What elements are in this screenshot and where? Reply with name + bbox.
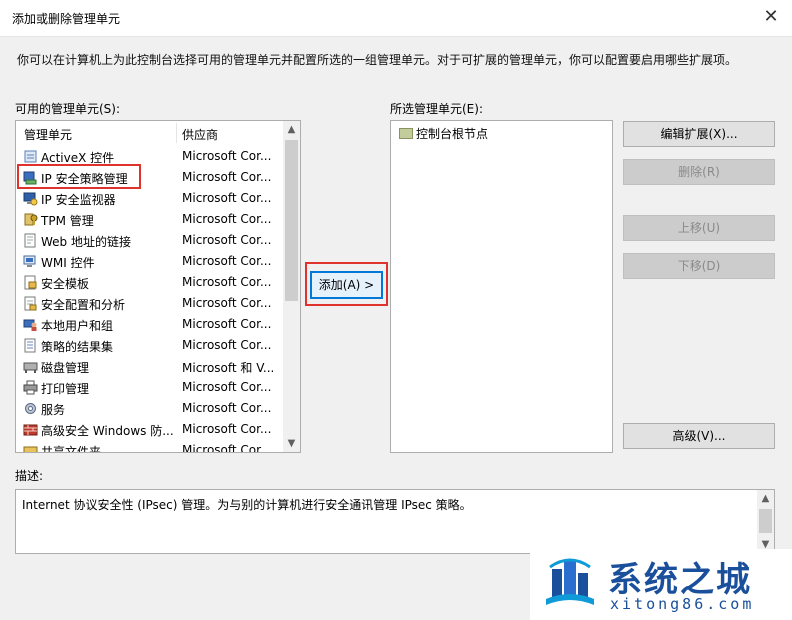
- advanced-button[interactable]: 高级(V)...: [623, 423, 775, 449]
- list-header: 管理单元 供应商: [16, 121, 284, 145]
- snapin-vendor: Microsoft Cor...: [182, 317, 272, 331]
- list-item[interactable]: 高级安全 Windows 防... Microsoft Cor...: [16, 419, 284, 440]
- snapin-name: 打印管理: [41, 382, 90, 396]
- snapin-name: 安全模板: [41, 277, 90, 291]
- ip-security-monitor-icon: [23, 192, 38, 206]
- list-item[interactable]: 策略的结果集 Microsoft Cor...: [16, 335, 284, 356]
- scroll-up-icon[interactable]: ▲: [757, 490, 774, 507]
- snapin-name: WMI 控件: [41, 256, 95, 270]
- list-item[interactable]: 安全模板 Microsoft Cor...: [16, 272, 284, 293]
- list-item[interactable]: 服务 Microsoft Cor...: [16, 398, 284, 419]
- snapin-vendor: Microsoft Cor...: [182, 191, 272, 205]
- button-label: 高级(V)...: [672, 429, 726, 443]
- column-header-snapin[interactable]: 管理单元: [24, 126, 72, 143]
- snapin-name: IP 安全监视器: [41, 193, 116, 207]
- snapin-vendor: Microsoft Cor...: [182, 275, 272, 289]
- selected-snapins-label: 所选管理单元(E):: [390, 102, 483, 116]
- snapin-name: 服务: [41, 403, 66, 417]
- instructions-text: 你可以在计算机上为此控制台选择可用的管理单元并配置所选的一组管理单元。对于可扩展…: [17, 53, 738, 67]
- wmi-icon: [23, 255, 36, 267]
- button-label: 编辑扩展(X)...: [660, 127, 738, 141]
- close-icon[interactable]: ✕: [762, 8, 780, 26]
- activex-icon: [24, 150, 37, 163]
- add-button-label: 添加(A) >: [318, 278, 375, 292]
- snapin-vendor: Microsoft Cor...: [182, 149, 272, 163]
- scroll-up-icon[interactable]: ▲: [283, 121, 300, 138]
- snapin-vendor: Microsoft Cor...: [182, 233, 272, 247]
- list-item[interactable]: 安全配置和分析 Microsoft Cor...: [16, 293, 284, 314]
- snapin-vendor: Microsoft Cor...: [182, 254, 272, 268]
- highlight-frame: [17, 164, 141, 189]
- list-item[interactable]: 磁盘管理 Microsoft 和 V...: [16, 356, 284, 377]
- security-config-icon: [24, 296, 37, 311]
- description-label: 描述:: [15, 469, 44, 483]
- snapin-name: 磁盘管理: [41, 361, 90, 375]
- list-item[interactable]: IP 安全监视器 Microsoft Cor...: [16, 188, 284, 209]
- snapin-vendor: Microsoft Cor...: [182, 443, 272, 453]
- edit-extensions-button[interactable]: 编辑扩展(X)...: [623, 121, 775, 147]
- list-item[interactable]: 本地用户和组 Microsoft Cor...: [16, 314, 284, 335]
- watermark: 系统之城 xitong86.com: [530, 549, 792, 620]
- scroll-down-icon[interactable]: ▼: [283, 435, 300, 452]
- title-bar: 添加或删除管理单元 ✕: [0, 0, 792, 37]
- snapin-name: Web 地址的链接: [41, 235, 131, 249]
- printer-icon: [23, 380, 38, 395]
- snapin-vendor: Microsoft Cor...: [182, 380, 272, 394]
- firewall-icon: [23, 424, 38, 436]
- shared-folder-icon: [23, 446, 38, 452]
- list-item[interactable]: Web 地址的链接 Microsoft Cor...: [16, 230, 284, 251]
- column-header-vendor[interactable]: 供应商: [182, 126, 218, 143]
- list-item[interactable]: 打印管理 Microsoft Cor...: [16, 377, 284, 398]
- list-item[interactable]: WMI 控件 Microsoft Cor...: [16, 251, 284, 272]
- selected-snapins-list[interactable]: 控制台根节点: [390, 120, 613, 453]
- move-up-button[interactable]: 上移(U): [623, 215, 775, 241]
- window-title: 添加或删除管理单元: [12, 12, 121, 26]
- snapin-vendor: Microsoft Cor...: [182, 338, 272, 352]
- description-scrollbar[interactable]: ▲ ▼: [757, 490, 774, 553]
- button-label: 删除(R): [678, 165, 720, 179]
- scroll-thumb[interactable]: [759, 509, 772, 533]
- services-gear-icon: [25, 403, 36, 414]
- watermark-domain: xitong86.com: [610, 595, 755, 613]
- button-label: 上移(U): [677, 221, 721, 235]
- snapin-vendor: Microsoft Cor...: [182, 401, 272, 415]
- tpm-icon: [24, 213, 38, 226]
- snapin-name: 策略的结果集: [41, 340, 114, 354]
- snapin-vendor: Microsoft Cor...: [182, 170, 272, 184]
- list-item[interactable]: 共享文件夹 Microsoft Cor...: [16, 440, 284, 453]
- remove-button[interactable]: 删除(R): [623, 159, 775, 185]
- rsop-icon: [24, 338, 36, 353]
- snapin-vendor: Microsoft Cor...: [182, 296, 272, 310]
- disk-icon: [23, 362, 38, 373]
- snapin-vendor: Microsoft Cor...: [182, 422, 272, 436]
- users-groups-icon: [23, 319, 37, 331]
- list-item[interactable]: 控制台根节点: [399, 125, 488, 142]
- snapin-name: 控制台根节点: [416, 127, 489, 141]
- list-scrollbar[interactable]: ▲ ▼: [283, 121, 300, 452]
- snapin-name: 本地用户和组: [41, 319, 114, 333]
- snapin-name: 共享文件夹: [41, 445, 102, 453]
- security-template-icon: [24, 275, 37, 290]
- description-box[interactable]: Internet 协议安全性 (IPsec) 管理。为与别的计算机进行安全通讯管…: [15, 489, 775, 554]
- add-button[interactable]: 添加(A) >: [310, 271, 383, 299]
- description-text: Internet 协议安全性 (IPsec) 管理。为与别的计算机进行安全通讯管…: [22, 498, 472, 512]
- scroll-thumb[interactable]: [285, 140, 298, 301]
- snapin-name: 高级安全 Windows 防...: [41, 424, 174, 438]
- snapin-name: 安全配置和分析: [41, 298, 126, 312]
- snapin-vendor: Microsoft Cor...: [182, 212, 272, 226]
- snapin-name: TPM 管理: [41, 214, 94, 228]
- city-logo-icon: [546, 558, 594, 605]
- web-link-icon: [24, 233, 36, 248]
- folder-icon: [399, 128, 413, 139]
- watermark-brand: 系统之城: [608, 560, 752, 600]
- column-divider[interactable]: [176, 123, 177, 143]
- list-item[interactable]: TPM 管理 Microsoft Cor...: [16, 209, 284, 230]
- snapin-vendor: Microsoft 和 V...: [182, 361, 275, 375]
- available-snapins-label: 可用的管理单元(S):: [15, 102, 121, 116]
- button-label: 下移(D): [677, 259, 721, 273]
- move-down-button[interactable]: 下移(D): [623, 253, 775, 279]
